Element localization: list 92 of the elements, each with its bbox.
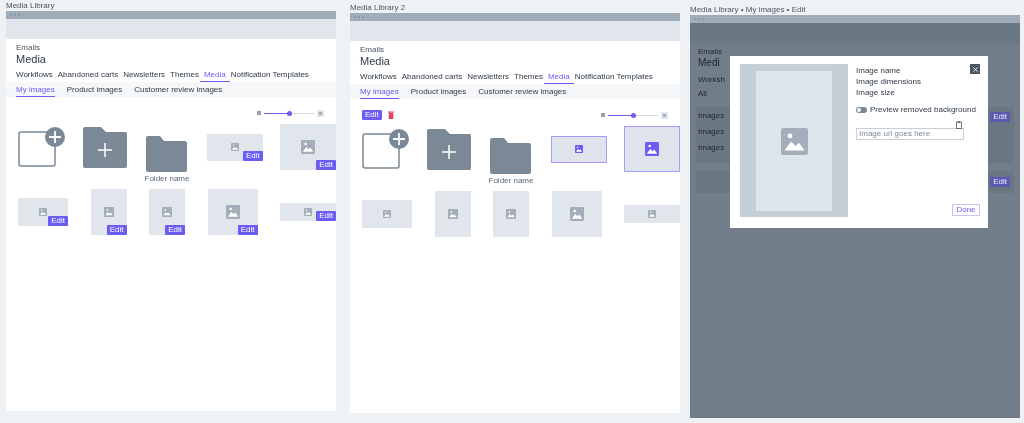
tab[interactable]: Workflows <box>360 73 397 84</box>
image-thumbnail[interactable]: Edit <box>280 124 336 170</box>
page-title: Media <box>360 56 390 67</box>
image-thumbnail[interactable] <box>362 200 412 228</box>
large-size-icon[interactable] <box>661 111 668 119</box>
edit-button[interactable]: Edit <box>990 112 1010 122</box>
breadcrumb: Emails <box>698 48 722 56</box>
page-title: Media <box>16 54 46 65</box>
tab[interactable]: Newsletters <box>467 73 510 84</box>
subtab[interactable]: Customer review images <box>134 86 223 97</box>
image-thumbnail[interactable] <box>551 191 602 237</box>
add-folder-icon[interactable] <box>83 126 128 168</box>
add-image-icon[interactable] <box>362 129 410 169</box>
image-thumbnail[interactable] <box>624 126 680 172</box>
edit-button[interactable]: Edit <box>237 225 258 235</box>
image-icon <box>780 127 808 155</box>
close-button[interactable] <box>970 64 980 74</box>
image-icon <box>39 208 47 216</box>
trash-icon[interactable] <box>387 111 394 119</box>
slider-thumb[interactable] <box>630 112 636 118</box>
clipboard-icon[interactable] <box>956 121 962 129</box>
image-info-label: Image dimensions <box>856 78 921 86</box>
frame-label: Media Library 2 <box>350 3 406 12</box>
image-icon <box>225 205 240 219</box>
image-thumbnail[interactable]: Edit <box>149 189 185 235</box>
subtab[interactable]: My images <box>16 86 55 97</box>
image-thumbnail[interactable]: Edit <box>206 133 263 161</box>
row-label: Images <box>698 128 725 136</box>
image-icon <box>301 140 315 154</box>
slider-thumb[interactable] <box>286 110 292 116</box>
image-thumbnail[interactable] <box>434 191 471 237</box>
edit-button[interactable]: Edit <box>362 110 382 120</box>
folder-name: Folder name <box>144 174 190 183</box>
image-thumbnail[interactable]: Edit <box>18 198 68 226</box>
edit-button[interactable]: Edit <box>242 150 263 161</box>
subtab[interactable]: Product images <box>410 88 467 99</box>
image-thumbnail[interactable] <box>550 135 607 163</box>
folder-icon[interactable] <box>490 137 532 174</box>
image-icon <box>648 210 656 218</box>
edit-button[interactable]: Edit <box>990 177 1010 187</box>
subtab[interactable]: Customer review images <box>478 88 567 99</box>
image-icon <box>383 210 391 218</box>
edit-button[interactable]: Edit <box>48 216 68 226</box>
tab[interactable]: Newsletters <box>123 71 166 82</box>
row-label: Images <box>698 144 725 152</box>
toggle-switch[interactable] <box>856 107 867 113</box>
tab[interactable]: Abandoned carts <box>401 73 463 84</box>
image-icon <box>304 208 312 216</box>
edit-button[interactable]: Edit <box>106 225 127 235</box>
tab[interactable]: Abandoned carts <box>57 71 119 82</box>
breadcrumb: Emails <box>360 46 384 54</box>
edit-button[interactable]: Edit <box>316 211 336 221</box>
frame-label: Media Library • My images • Edit <box>690 5 806 14</box>
folder-name: Folder name <box>488 176 534 185</box>
folder-icon[interactable] <box>146 135 188 172</box>
done-button[interactable]: Done <box>952 204 980 216</box>
url-field[interactable]: Image url goes here <box>856 127 964 140</box>
image-icon <box>447 209 458 219</box>
filter-label: All <box>698 90 707 98</box>
frame-label: Media Library <box>6 1 55 10</box>
tab[interactable]: Worksh <box>698 76 725 84</box>
subtab[interactable]: My images <box>360 88 399 99</box>
tab[interactable]: Notification Templates <box>230 71 309 82</box>
edit-button[interactable]: Edit <box>165 225 185 235</box>
image-icon <box>506 209 516 219</box>
large-size-icon[interactable] <box>317 109 324 117</box>
image-icon <box>569 207 584 221</box>
image-thumbnail[interactable]: Edit <box>90 189 127 235</box>
row-label: Images <box>698 112 725 120</box>
image-icon <box>574 145 583 153</box>
image-thumbnail[interactable]: Edit <box>207 189 258 235</box>
tab[interactable]: Themes <box>514 73 543 84</box>
image-info-label: Image name <box>856 67 901 75</box>
tab[interactable]: Workflows <box>16 71 53 82</box>
image-thumbnail[interactable] <box>493 191 529 237</box>
add-folder-icon[interactable] <box>427 128 472 170</box>
tab[interactable]: Themes <box>170 71 199 82</box>
add-image-icon[interactable] <box>18 127 66 167</box>
image-thumbnail[interactable] <box>624 205 680 223</box>
image-info-label: Image size <box>856 89 895 97</box>
image-icon <box>230 143 239 151</box>
close-icon <box>972 66 978 72</box>
tab[interactable]: Notification Templates <box>574 73 653 84</box>
subtab[interactable]: Product images <box>66 86 123 97</box>
image-icon <box>103 207 114 217</box>
image-icon <box>645 142 659 156</box>
breadcrumb: Emails <box>16 44 40 52</box>
page-title: Medi <box>698 58 720 68</box>
image-icon <box>162 207 172 217</box>
toggle-label: Preview removed background <box>870 106 976 114</box>
image-thumbnail[interactable]: Edit <box>280 203 336 221</box>
edit-button[interactable]: Edit <box>316 160 336 170</box>
